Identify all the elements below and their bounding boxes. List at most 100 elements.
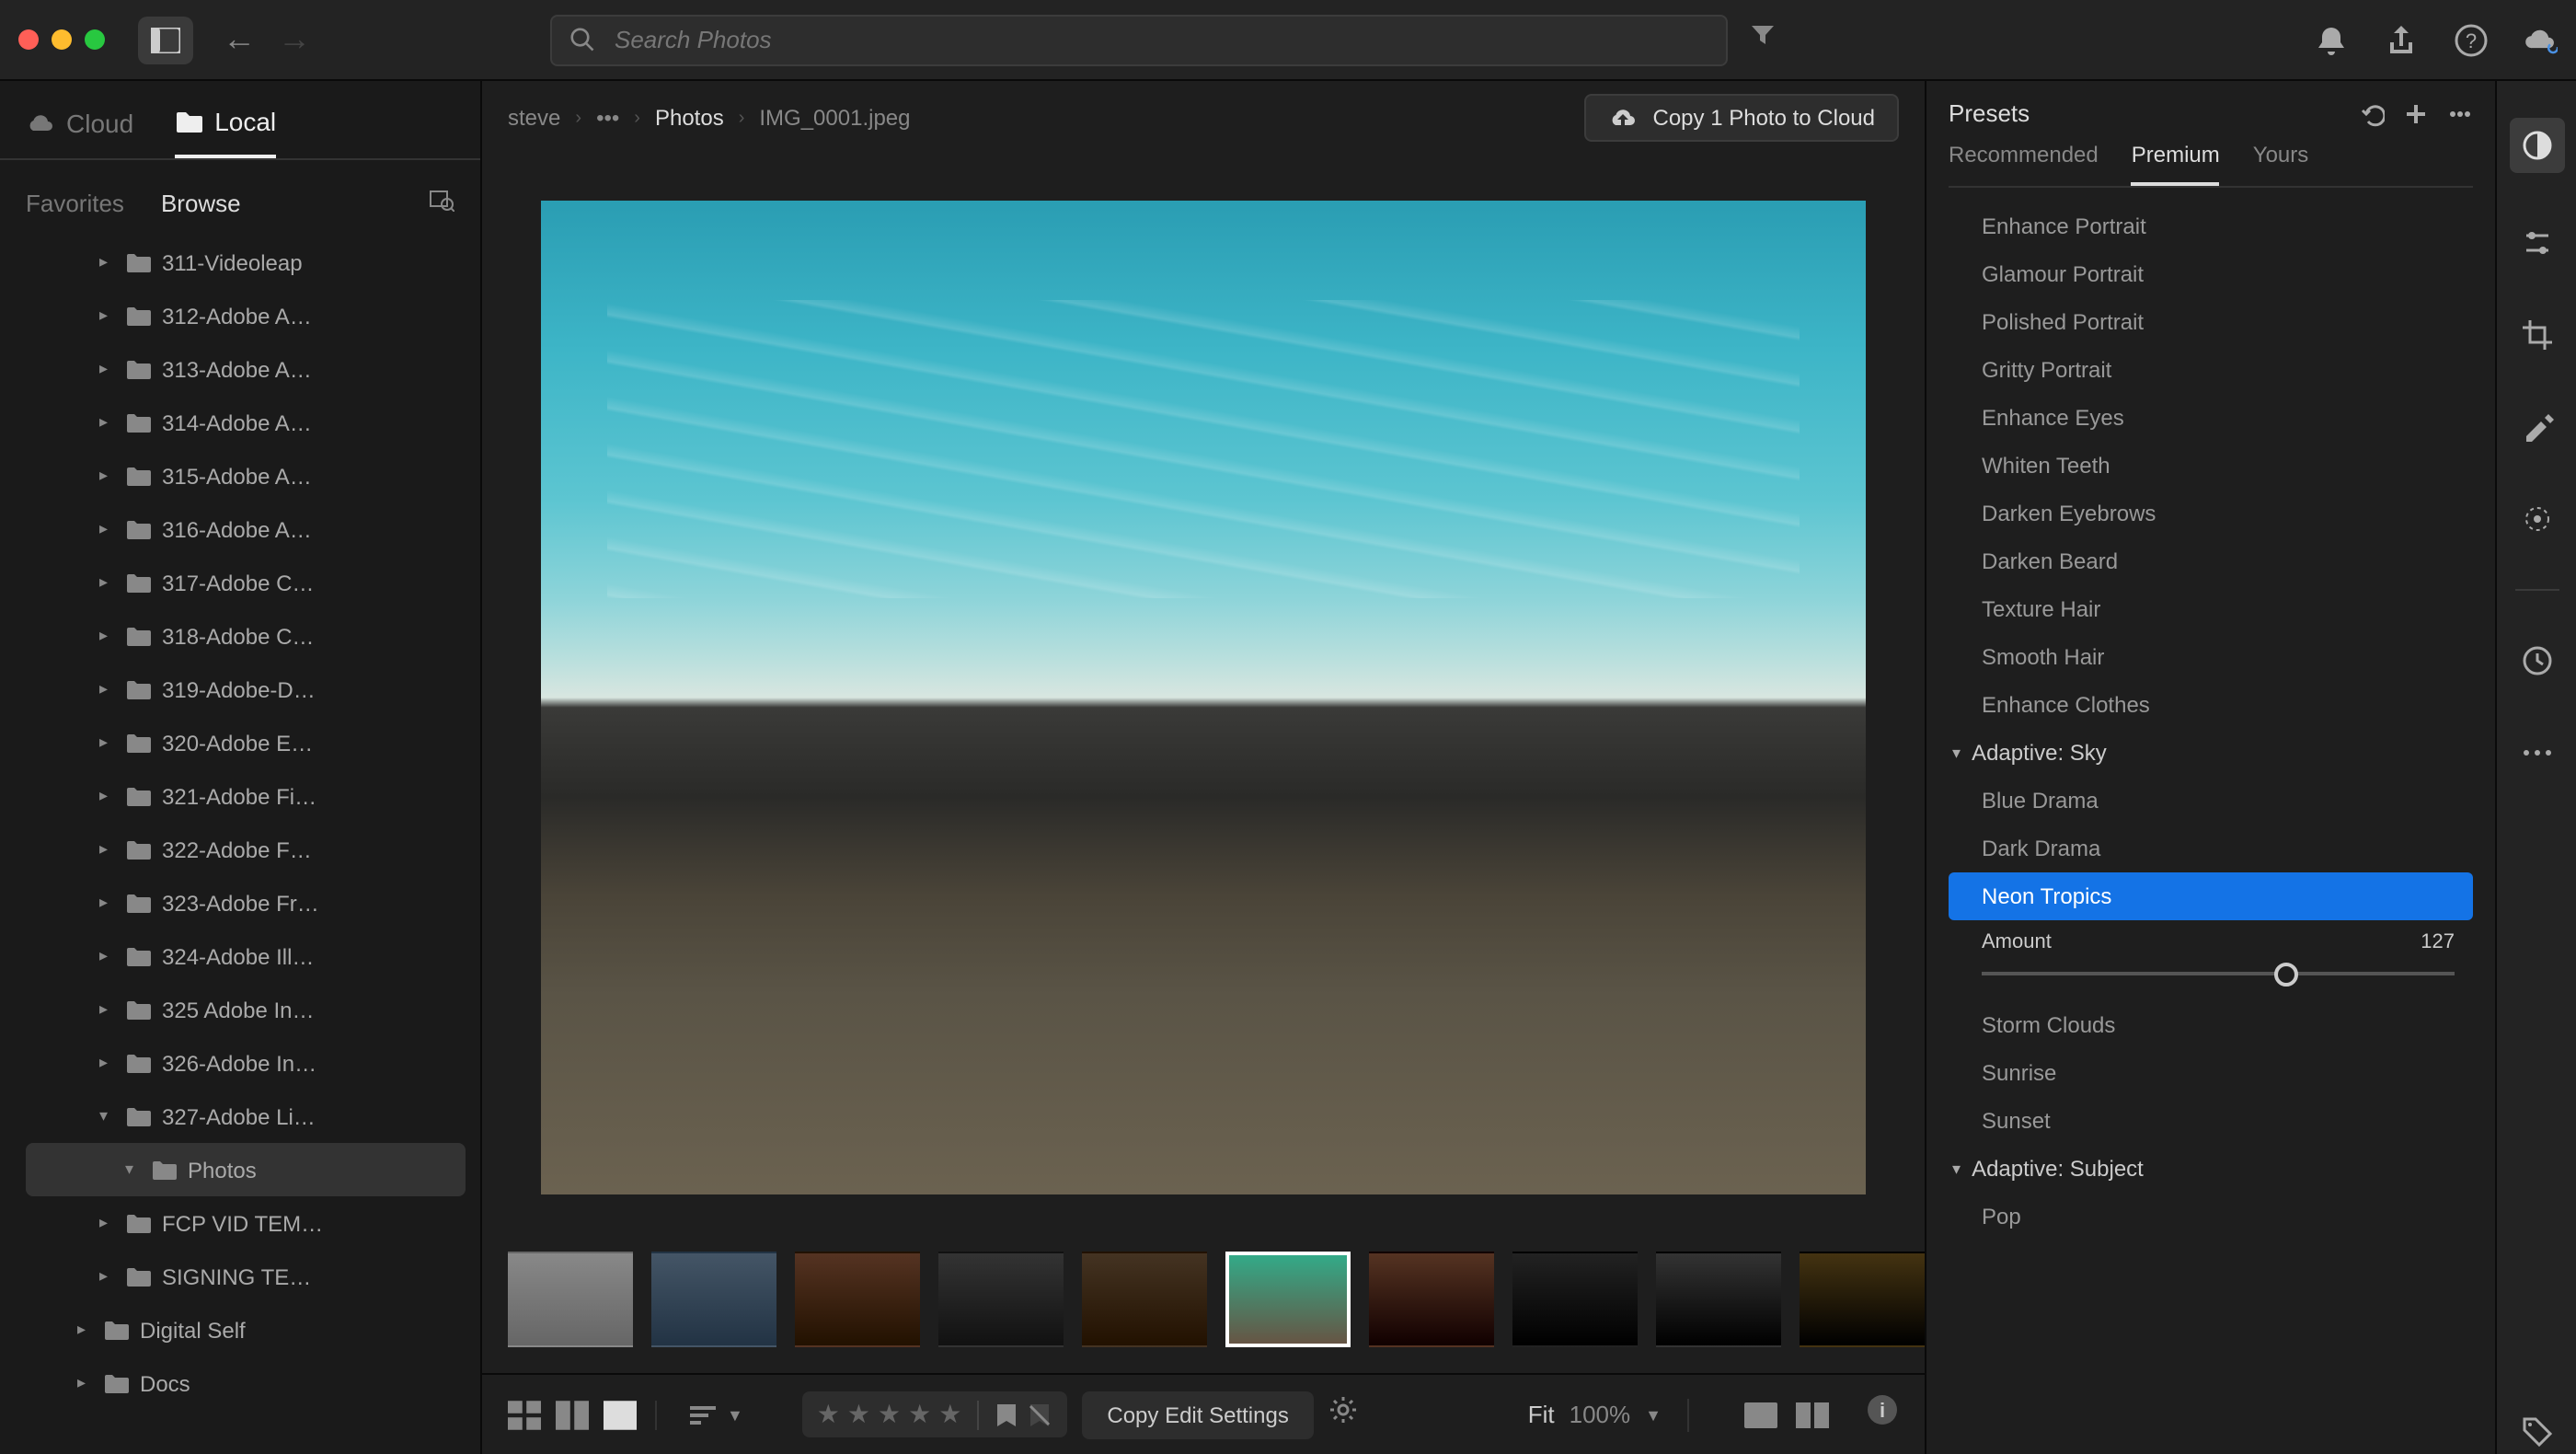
folder-item[interactable]: ▸FCP VID TEM… [26, 1196, 466, 1250]
preset-item[interactable]: Neon Tropics [1949, 872, 2473, 920]
folder-item[interactable]: ▸SIGNING TE… [26, 1250, 466, 1303]
before-after-icon[interactable] [1796, 1402, 1829, 1427]
folder-filter-icon[interactable] [429, 186, 454, 221]
help-icon[interactable]: ? [2455, 23, 2488, 56]
source-tab-cloud[interactable]: Cloud [26, 107, 133, 158]
copy-edit-settings-button[interactable]: Copy Edit Settings [1081, 1391, 1314, 1438]
star-5[interactable]: ★ [938, 1399, 961, 1430]
undo-icon[interactable] [2359, 100, 2385, 126]
panel-toggle-button[interactable] [138, 16, 193, 63]
folder-item[interactable]: ▸312-Adobe A… [26, 289, 466, 342]
bell-icon[interactable] [2315, 23, 2348, 56]
search-box[interactable] [550, 14, 1728, 65]
add-preset-icon[interactable] [2403, 100, 2429, 126]
folder-item[interactable]: ▸313-Adobe A… [26, 342, 466, 396]
folder-item[interactable]: ▸Docs [26, 1356, 466, 1410]
thumbnail[interactable] [1225, 1252, 1351, 1347]
preset-item[interactable]: Enhance Clothes [1949, 681, 2473, 729]
preset-item[interactable]: Sunset [1949, 1097, 2473, 1145]
thumbnail[interactable] [1800, 1252, 1925, 1347]
preset-item[interactable]: Sunrise [1949, 1049, 2473, 1097]
preset-item[interactable]: Smooth Hair [1949, 633, 2473, 681]
preset-item[interactable]: Enhance Portrait [1949, 202, 2473, 250]
edit-tool[interactable] [2509, 118, 2564, 173]
folder-item[interactable]: ▸316-Adobe A… [26, 502, 466, 556]
folder-item[interactable]: ▸325 Adobe In… [26, 983, 466, 1036]
crumb-folder[interactable]: Photos [655, 105, 724, 131]
back-button[interactable]: ← [223, 20, 256, 59]
cloud-sync-icon[interactable] [2524, 23, 2558, 56]
folder-item[interactable]: ▸314-Adobe A… [26, 396, 466, 449]
sliders-tool[interactable] [2514, 221, 2559, 265]
folder-item[interactable]: ▾327-Adobe Li… [26, 1090, 466, 1143]
tab-recommended[interactable]: Recommended [1949, 142, 2099, 186]
preset-item[interactable]: Dark Drama [1949, 825, 2473, 872]
copy-to-cloud-button[interactable]: Copy 1 Photo to Cloud [1585, 94, 1900, 142]
thumbnail[interactable] [1512, 1252, 1638, 1347]
chevron-down-icon[interactable]: ▼ [1645, 1405, 1662, 1424]
folder-item[interactable]: ▸311-Videoleap [26, 236, 466, 289]
folder-item[interactable]: ▸324-Adobe Ill… [26, 929, 466, 983]
preset-group-sky[interactable]: ▾Adaptive: Sky [1949, 729, 2473, 777]
folder-item[interactable]: ▸323-Adobe Fr… [26, 876, 466, 929]
gear-icon[interactable] [1329, 1395, 1359, 1434]
folder-item[interactable]: ▸Digital Self [26, 1303, 466, 1356]
folder-item[interactable]: ▸315-Adobe A… [26, 449, 466, 502]
thumbnail[interactable] [938, 1252, 1064, 1347]
preset-group-subject[interactable]: ▾Adaptive: Subject [1949, 1145, 2473, 1193]
flag-reject-icon[interactable] [1026, 1402, 1052, 1427]
thumbnail[interactable] [1369, 1252, 1494, 1347]
crop-tool[interactable] [2514, 313, 2559, 357]
preset-item[interactable]: Texture Hair [1949, 585, 2473, 633]
zoom-pct-label[interactable]: 100% [1570, 1401, 1631, 1428]
compare-view-icon[interactable] [556, 1400, 589, 1429]
folder-item[interactable]: ▸320-Adobe E… [26, 716, 466, 769]
info-icon[interactable]: i [1866, 1393, 1899, 1436]
more-tool[interactable] [2514, 731, 2559, 775]
folder-item[interactable]: ▸319-Adobe-D… [26, 663, 466, 716]
thumbnail[interactable] [1082, 1252, 1207, 1347]
search-input[interactable] [615, 26, 1708, 53]
folder-item[interactable]: ▸322-Adobe F… [26, 823, 466, 876]
star-2[interactable]: ★ [847, 1399, 870, 1430]
source-tab-local[interactable]: Local [174, 107, 276, 158]
preset-item[interactable]: Glamour Portrait [1949, 250, 2473, 298]
image-view[interactable] [482, 155, 1925, 1237]
preset-item[interactable]: Blue Drama [1949, 777, 2473, 825]
filter-icon[interactable] [1750, 22, 1776, 57]
folder-item[interactable]: ▾Photos [26, 1143, 466, 1196]
grid-view-icon[interactable] [508, 1400, 541, 1429]
preset-item[interactable]: Gritty Portrait [1949, 346, 2473, 394]
close-button[interactable] [18, 29, 39, 50]
favorites-tab[interactable]: Favorites [26, 190, 124, 217]
browse-tab[interactable]: Browse [161, 190, 241, 217]
folder-item[interactable]: ▸326-Adobe In… [26, 1036, 466, 1090]
crumb-user[interactable]: steve [508, 105, 560, 131]
crumb-ellipsis[interactable]: ••• [596, 105, 619, 131]
more-icon[interactable] [2447, 100, 2473, 126]
detail-view-icon[interactable] [604, 1400, 637, 1429]
preset-item[interactable]: Enhance Eyes [1949, 394, 2473, 442]
folder-item[interactable]: ▸317-Adobe C… [26, 556, 466, 609]
preset-item[interactable]: Darken Eyebrows [1949, 490, 2473, 537]
maximize-button[interactable] [85, 29, 105, 50]
amount-slider[interactable] [1949, 957, 2473, 1001]
star-1[interactable]: ★ [817, 1399, 840, 1430]
preset-item[interactable]: Polished Portrait [1949, 298, 2473, 346]
thumbnail[interactable] [795, 1252, 920, 1347]
masking-tool[interactable] [2514, 497, 2559, 541]
preset-list[interactable]: Enhance PortraitGlamour PortraitPolished… [1949, 202, 2473, 1436]
zoom-fit-label[interactable]: Fit [1528, 1401, 1555, 1428]
versions-tool[interactable] [2514, 639, 2559, 683]
thumbnail[interactable] [651, 1252, 776, 1347]
minimize-button[interactable] [52, 29, 72, 50]
tab-premium[interactable]: Premium [2132, 142, 2220, 186]
folder-item[interactable]: ▸321-Adobe Fi… [26, 769, 466, 823]
preset-item[interactable]: Darken Beard [1949, 537, 2473, 585]
preset-item[interactable]: Storm Clouds [1949, 1001, 2473, 1049]
star-3[interactable]: ★ [878, 1399, 901, 1430]
filmstrip[interactable] [482, 1237, 1925, 1373]
tab-yours[interactable]: Yours [2253, 142, 2309, 186]
original-view-icon[interactable] [1744, 1402, 1777, 1427]
healing-tool[interactable] [2514, 405, 2559, 449]
